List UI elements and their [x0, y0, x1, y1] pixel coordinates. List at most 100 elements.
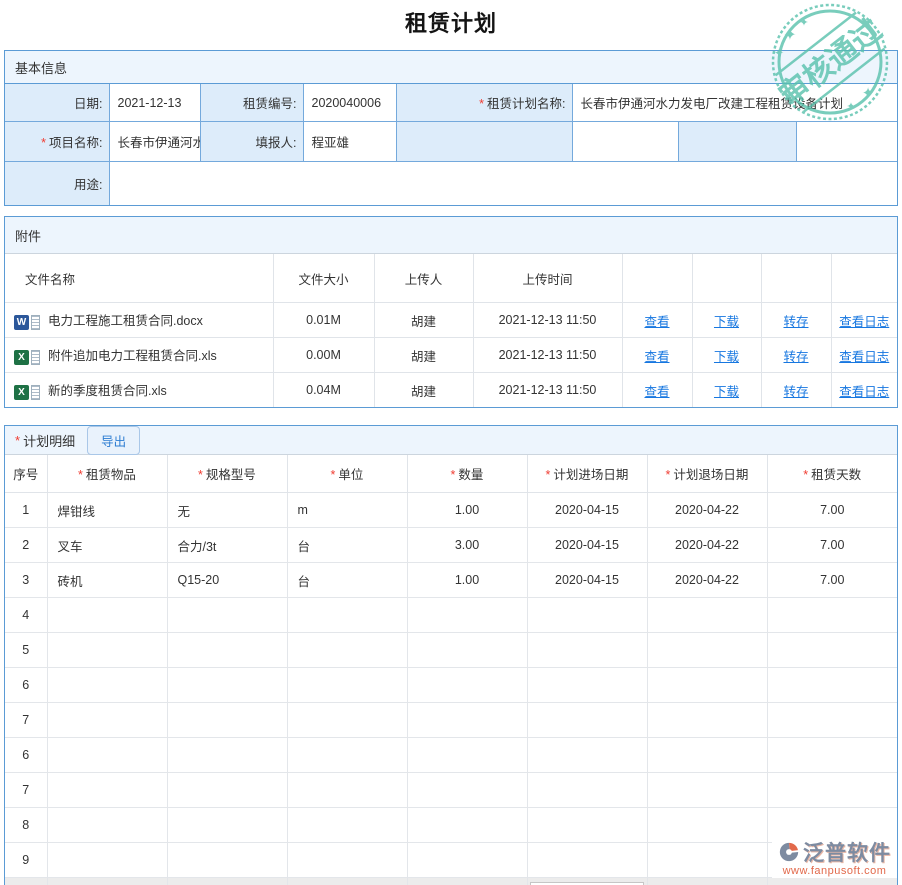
empty-cell [47, 808, 167, 843]
quantity-cell: 3.00 [407, 528, 527, 563]
rental-days-cell: 7.00 [767, 563, 897, 598]
basic-info-row: 日期: 2021-12-13 租赁编号: 2020040006 *租赁计划名称:… [5, 84, 897, 122]
empty-cell [47, 843, 167, 878]
exit-date-cell: 2020-04-22 [647, 563, 767, 598]
empty-cell [167, 598, 287, 633]
empty-cell [287, 738, 407, 773]
rental-no-label: 租赁编号: [200, 84, 303, 122]
empty-value-cell [796, 122, 897, 162]
col-label: 租赁物品 [86, 468, 136, 482]
view-log-link[interactable]: 查看日志 [839, 385, 889, 399]
exit-date-cell: 2020-04-22 [647, 493, 767, 528]
rental-no-value: 2020040006 [303, 84, 396, 122]
view-log-cell: 查看日志 [831, 303, 897, 338]
empty-cell [47, 598, 167, 633]
empty-cell [287, 668, 407, 703]
col-rental-item: *租赁物品 [47, 455, 167, 493]
view-cell: 查看 [622, 338, 692, 373]
download-link[interactable]: 下载 [714, 350, 739, 364]
entry-date-cell: 2020-04-15 [527, 563, 647, 598]
uploader-cell: 胡建 [374, 338, 473, 373]
empty-cell [767, 633, 897, 668]
file-size-cell: 0.04M [273, 373, 374, 408]
download-cell: 下载 [692, 303, 761, 338]
empty-value-cell [572, 122, 678, 162]
plan-empty-row: 6 [5, 738, 897, 773]
entry-date-cell [527, 878, 647, 885]
plan-empty-row: 6 [5, 668, 897, 703]
empty-cell [647, 598, 767, 633]
download-cell: 下载 [692, 338, 761, 373]
seq-no-cell: 4 [5, 598, 47, 633]
save-as-link[interactable]: 转存 [783, 385, 808, 399]
empty-cell [647, 878, 767, 885]
view-link[interactable]: 查看 [644, 315, 669, 329]
view-cell: 查看 [622, 373, 692, 408]
seq-no-cell: 2 [5, 528, 47, 563]
col-rental-days: *租赁天数 [767, 455, 897, 493]
purpose-value [109, 162, 897, 206]
view-log-link[interactable]: 查看日志 [839, 350, 889, 364]
empty-cell [407, 703, 527, 738]
required-asterisk: * [479, 97, 484, 111]
attachment-row: X新的季度租赁合同.xls 0.04M 胡建 2021-12-13 11:50 … [5, 373, 897, 408]
date-cell-input[interactable] [530, 882, 644, 885]
file-name-text: 电力工程施工租赁合同.docx [48, 314, 203, 328]
col-planned-exit-date: *计划退场日期 [647, 455, 767, 493]
seq-no-cell: 7 [5, 703, 47, 738]
empty-cell [47, 773, 167, 808]
save-as-link[interactable]: 转存 [783, 350, 808, 364]
plan-empty-row: 9 [5, 843, 897, 878]
attachments-section-header: 附件 [5, 217, 897, 254]
empty-cell [527, 843, 647, 878]
col-uploader: 上传人 [374, 254, 473, 303]
empty-cell [647, 633, 767, 668]
fanpu-brand-watermark: 泛普软件 www.fanpusoft.com [772, 835, 897, 878]
empty-label-cell [396, 122, 572, 162]
empty-cell [527, 703, 647, 738]
empty-cell [647, 843, 767, 878]
attachment-row: W电力工程施工租赁合同.docx 0.01M 胡建 2021-12-13 11:… [5, 303, 897, 338]
required-asterisk: * [15, 433, 20, 448]
plan-header-row: 序号 *租赁物品 *规格型号 *单位 *数量 *计划进场日期 *计划退场日期 *… [5, 455, 897, 493]
unit-cell: m [287, 493, 407, 528]
file-name-cell: W电力工程施工租赁合同.docx [5, 303, 273, 338]
uploader-cell: 胡建 [374, 373, 473, 408]
view-log-cell: 查看日志 [831, 338, 897, 373]
empty-cell [527, 808, 647, 843]
view-link[interactable]: 查看 [644, 385, 669, 399]
col-file-name: 文件名称 [5, 254, 273, 303]
empty-cell [47, 878, 167, 885]
empty-cell [47, 633, 167, 668]
export-button[interactable]: 导出 [87, 426, 140, 455]
col-spec-model: *规格型号 [167, 455, 287, 493]
file-size-cell: 0.00M [273, 338, 374, 373]
col-label: 数量 [458, 468, 483, 482]
file-name-text: 新的季度租赁合同.xls [48, 384, 167, 398]
required-asterisk: * [41, 136, 46, 150]
attachment-row: X附件追加电力工程租赁合同.xls 0.00M 胡建 2021-12-13 11… [5, 338, 897, 373]
plan-empty-row-selected: 10 [5, 878, 897, 885]
file-name-cell: X新的季度租赁合同.xls [5, 373, 273, 408]
file-name-text: 附件追加电力工程租赁合同.xls [48, 349, 217, 363]
empty-cell [527, 668, 647, 703]
seq-no-cell: 6 [5, 668, 47, 703]
quantity-cell: 1.00 [407, 563, 527, 598]
upload-time-cell: 2021-12-13 11:50 [473, 373, 622, 408]
view-link[interactable]: 查看 [644, 350, 669, 364]
empty-cell [287, 878, 407, 885]
empty-cell [407, 773, 527, 808]
col-label: 规格型号 [206, 468, 256, 482]
purpose-label: 用途: [5, 162, 109, 206]
seq-no-cell: 8 [5, 808, 47, 843]
seq-no-cell: 3 [5, 563, 47, 598]
view-log-link[interactable]: 查看日志 [839, 315, 889, 329]
download-link[interactable]: 下载 [714, 385, 739, 399]
col-label: 租赁天数 [811, 468, 861, 482]
save-as-link[interactable]: 转存 [783, 315, 808, 329]
entry-date-cell: 2020-04-15 [527, 493, 647, 528]
date-label: 日期: [5, 84, 109, 122]
plan-name-value: 长春市伊通河水力发电厂改建工程租赁设备计划 [572, 84, 897, 122]
download-link[interactable]: 下载 [714, 315, 739, 329]
plan-row: 2 叉车 合力/3t 台 3.00 2020-04-15 2020-04-22 … [5, 528, 897, 563]
